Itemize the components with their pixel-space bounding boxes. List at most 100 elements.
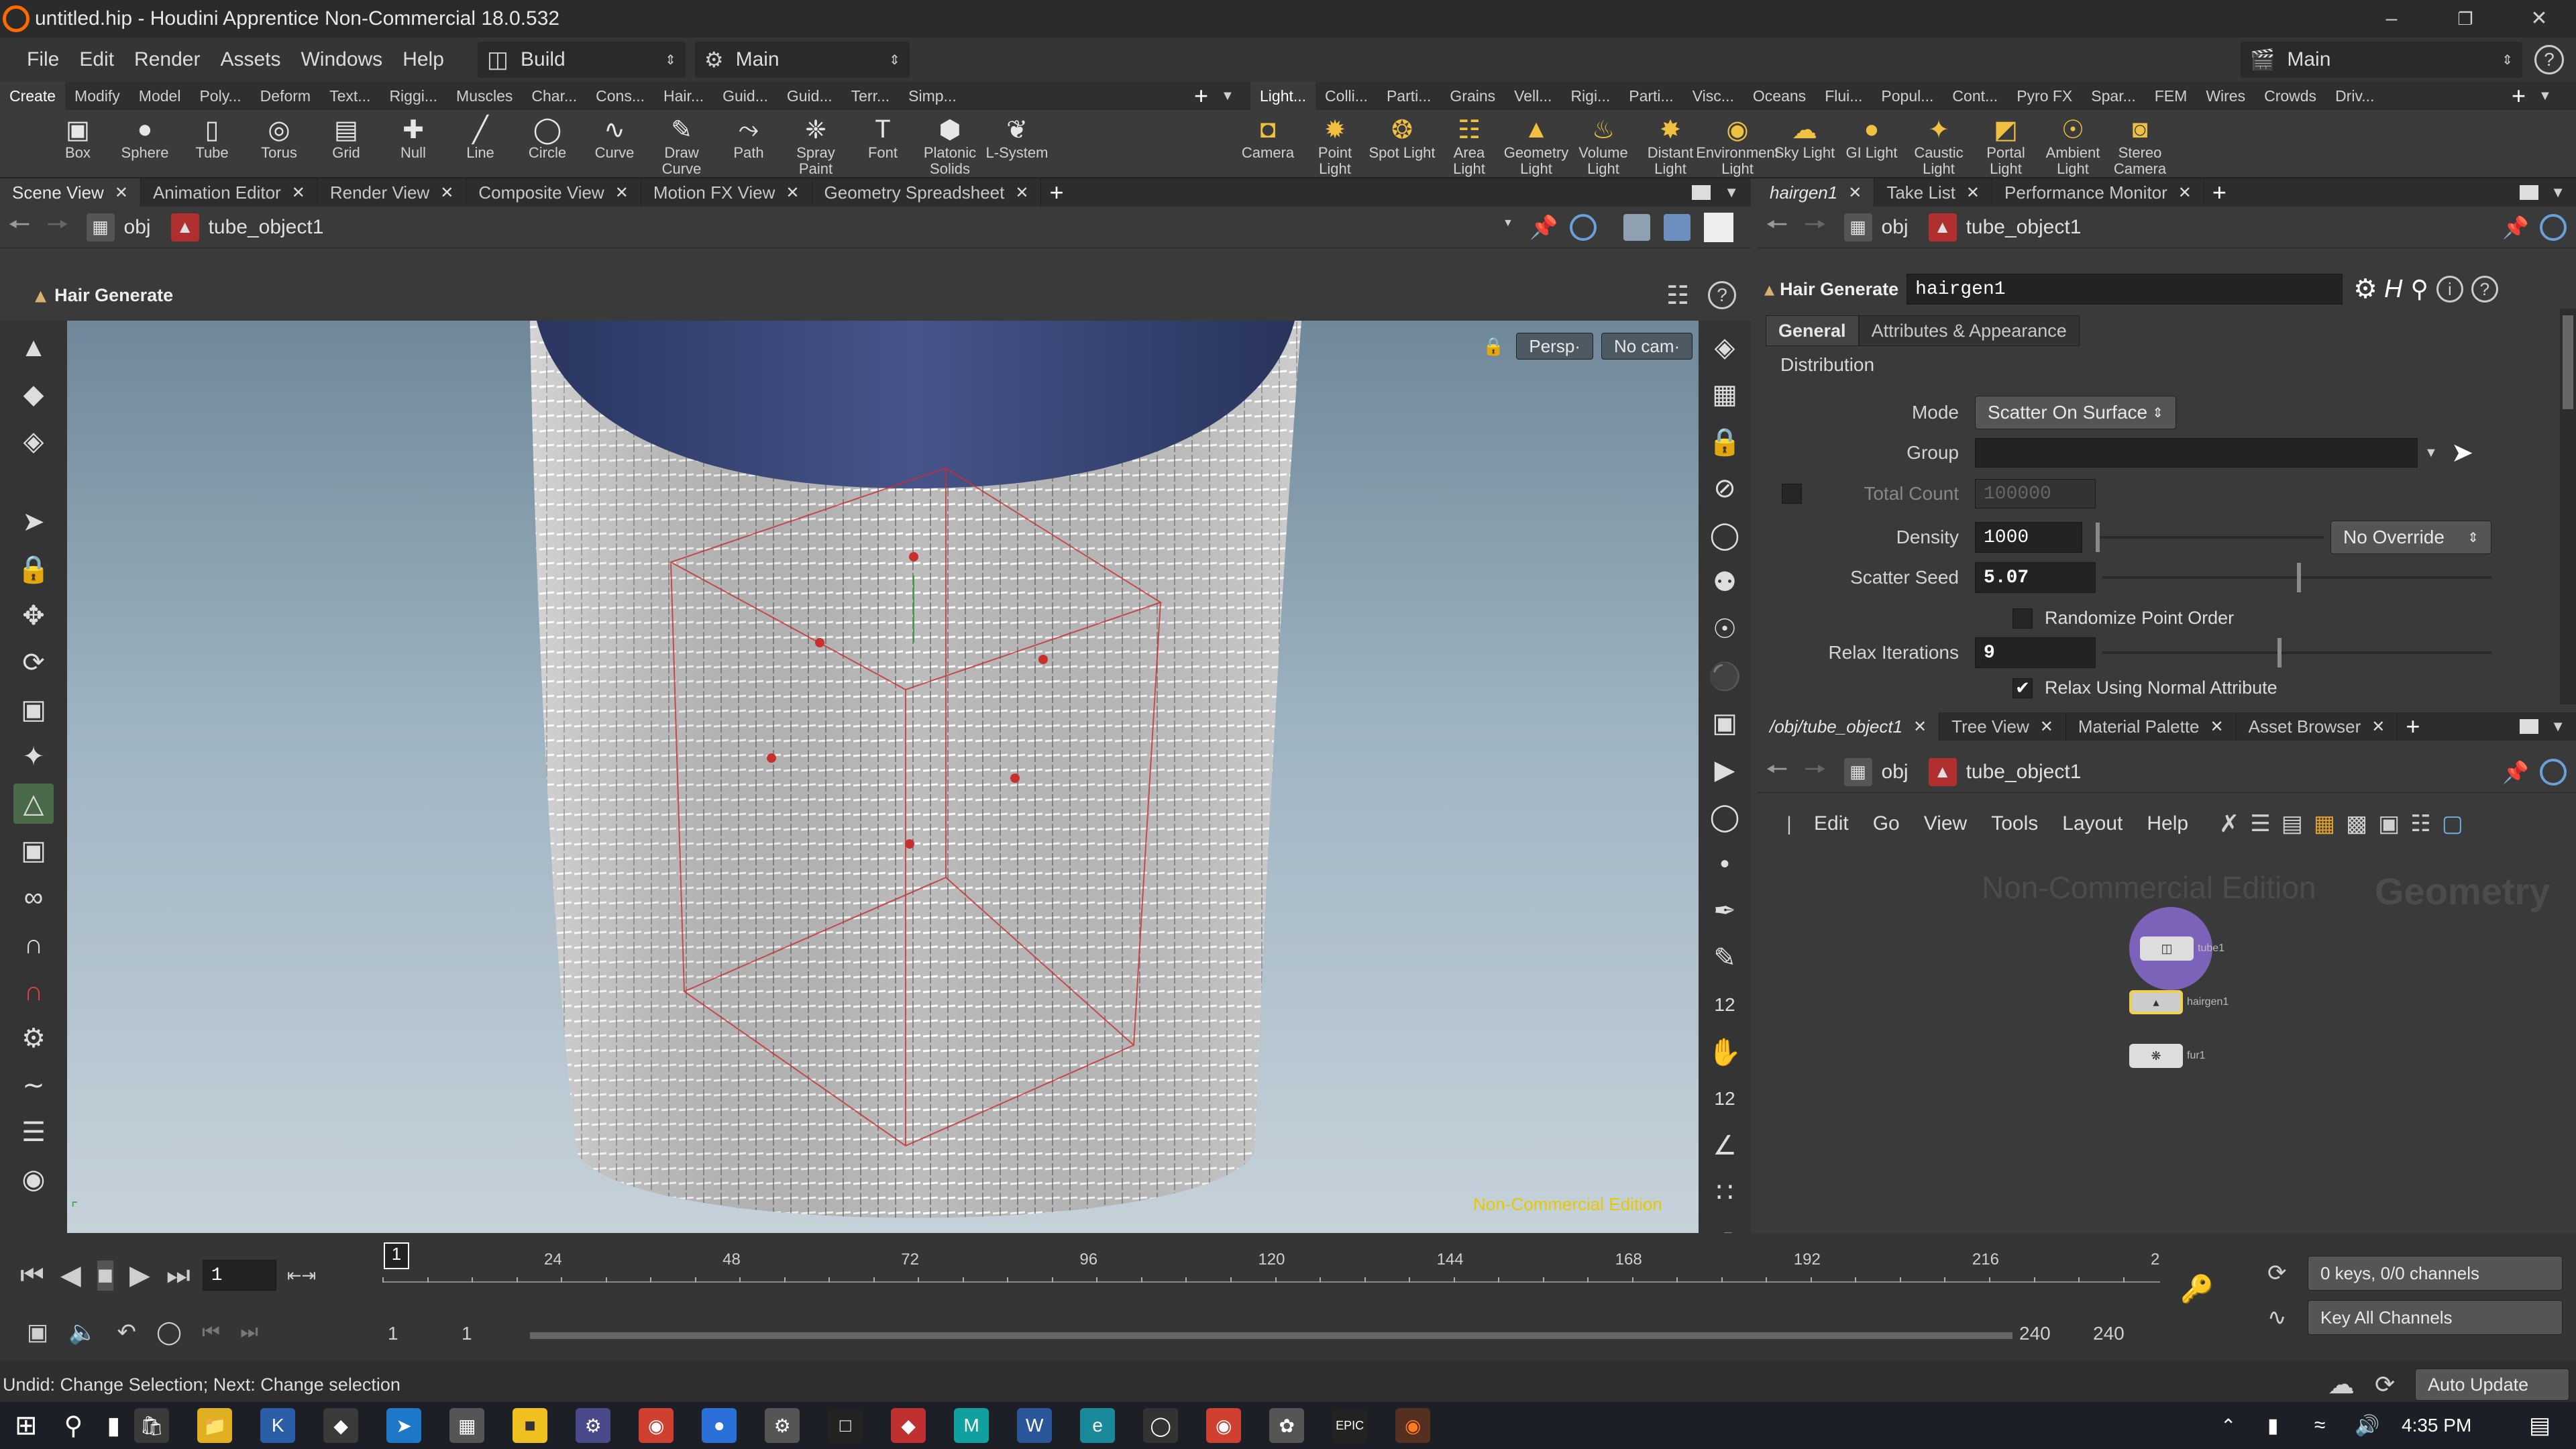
tool-area-light[interactable]: ☷ Area Light (1436, 110, 1503, 177)
tab-motion-fx-view[interactable]: Motion FX View ✕ (641, 178, 812, 207)
shelf-tab-spar-r13[interactable]: Spar... (2082, 82, 2145, 110)
breadcrumb-obj[interactable]: ▦ obj (1843, 213, 1909, 241)
close-tab-icon[interactable]: ✕ (1848, 183, 1862, 203)
chrome2-icon[interactable]: ◉ (1206, 1408, 1242, 1443)
shelf-tab-light-r0[interactable]: Light... (1250, 82, 1316, 110)
light-bulb-icon[interactable]: ⚉ (1705, 562, 1745, 602)
pane-maximize-icon[interactable] (2520, 185, 2538, 200)
tool-null[interactable]: ✚ Null (380, 110, 447, 177)
hda-icon[interactable]: H (2384, 275, 2402, 304)
explorer-icon[interactable]: 📁 (197, 1408, 233, 1443)
ghost-icon[interactable]: ◈ (1705, 327, 1745, 368)
tab-geometry-spreadsheet[interactable]: Geometry Spreadsheet ✕ (812, 178, 1042, 207)
desktop-selector-right[interactable]: 🎬 Main ⇕ (2241, 42, 2522, 78)
angle-icon[interactable]: ∠ (1705, 1126, 1745, 1166)
shelf-tab-popul-r10[interactable]: Popul... (1872, 82, 1943, 110)
menu-render[interactable]: Render (134, 48, 200, 71)
channel-icon[interactable]: ⟳ (2267, 1260, 2287, 1287)
add-shelf-icon-right[interactable]: + (2512, 82, 2538, 110)
menu-assets[interactable]: Assets (220, 48, 280, 71)
tool-portal-light[interactable]: ◩ Portal Light (1972, 110, 2039, 177)
menu-file[interactable]: File (27, 48, 59, 71)
dot-icon[interactable]: • (1705, 844, 1745, 884)
close-tab-icon[interactable]: ✕ (2040, 717, 2053, 737)
close-tab-icon[interactable]: ✕ (440, 183, 453, 203)
view-mode-icon[interactable] (1704, 212, 1733, 242)
refresh-icon[interactable]: ⟳ (2375, 1371, 2395, 1399)
terminal-icon[interactable]: □ (828, 1408, 863, 1443)
shelf-tab-terr-13[interactable]: Terr... (842, 82, 900, 110)
node-fur1[interactable]: ❋ fur1 (2129, 1044, 2206, 1068)
key-tool-icon[interactable]: 🔑 (2180, 1273, 2214, 1305)
camera-menu[interactable]: No cam · (1601, 333, 1693, 360)
tool-gi-light[interactable]: ● GI Light (1838, 110, 1905, 177)
shelf-tab-text-5[interactable]: Text... (320, 82, 380, 110)
close-tab-icon[interactable]: ✕ (2178, 183, 2192, 203)
sweep-icon[interactable]: ∼ (13, 1065, 54, 1106)
shelf-menu-icon[interactable]: ▼ (1221, 89, 1248, 104)
forward-arrow-icon[interactable]: 🠖 (46, 205, 68, 249)
pane-menu-icon[interactable]: ▼ (2551, 718, 2565, 735)
scatter-seed-field[interactable]: 5.07 (1975, 562, 2096, 593)
tool-camera[interactable]: ◘ Camera (1234, 110, 1301, 177)
menu-windows[interactable]: Windows (301, 48, 382, 71)
shelf-tab-cont-r11[interactable]: Cont... (1943, 82, 2007, 110)
shelf-tab-fem-r14[interactable]: FEM (2145, 82, 2197, 110)
layout-grid-icon[interactable]: ▩ (2346, 810, 2367, 837)
tool-ambient-light[interactable]: ☉ Ambient Light (2039, 110, 2106, 177)
tab-material-palette[interactable]: Material Palette ✕ (2066, 712, 2237, 741)
shelf-tab-create-0[interactable]: Create (0, 82, 66, 110)
step-key-icon[interactable]: ⇤⇥ (287, 1265, 317, 1286)
tool-l-system[interactable]: ❦ L-System (983, 110, 1051, 177)
tool-distant-light[interactable]: ✸ Distant Light (1637, 110, 1704, 177)
shelf-tab-hair-10[interactable]: Hair... (654, 82, 713, 110)
calculator-icon[interactable]: ▦ (449, 1408, 485, 1443)
tool-volume-light[interactable]: ♨ Volume Light (1570, 110, 1637, 177)
snap-magnet-icon[interactable]: ∩ (13, 971, 54, 1012)
tool-geometry-light[interactable]: ▲ Geometry Light (1503, 110, 1570, 177)
shelf-tab-driv-r17[interactable]: Driv... (2326, 82, 2383, 110)
shelf-tab-modify-1[interactable]: Modify (65, 82, 129, 110)
network-editor[interactable]: Non-Commercial Edition Geometry ◫ tube1 … (1758, 845, 2576, 1233)
app-diamond-icon[interactable]: ◆ (323, 1408, 359, 1443)
select-mode-icon[interactable]: ▲ (13, 327, 54, 368)
pin-icon[interactable]: 📌 (2502, 215, 2529, 240)
tool-box[interactable]: ▣ Box (44, 110, 111, 177)
tool-draw-curve[interactable]: ✎ Draw Curve (648, 110, 715, 177)
tab-take-list[interactable]: Take List ✕ (1874, 178, 1993, 207)
viewport-help-icon[interactable]: ? (1708, 281, 1736, 309)
node-name-field[interactable]: hairgen1 (1907, 274, 2343, 305)
graph-icon[interactable]: ∿ (2267, 1304, 2287, 1331)
tray-chevron-icon[interactable]: ⌃ (2220, 1415, 2236, 1437)
key-all-channels-button[interactable]: Key All Channels (2308, 1300, 2563, 1335)
epic-icon[interactable]: EPIC (1332, 1408, 1368, 1443)
path-dropdown-icon[interactable]: ▼ (1503, 217, 1513, 237)
sim-icon[interactable]: ◯ (156, 1319, 182, 1346)
snap-point-icon[interactable]: ∩ (13, 924, 54, 965)
edge-select-icon[interactable]: ◈ (13, 421, 54, 462)
tab-performance-monitor[interactable]: Performance Monitor ✕ (1992, 178, 2204, 207)
loop-icon[interactable]: ↶ (117, 1319, 136, 1346)
lock-view-icon[interactable]: 🔒 (1705, 421, 1745, 462)
headlight-icon[interactable]: ◯ (1705, 515, 1745, 555)
audio-icon[interactable]: 🔈 (68, 1319, 97, 1346)
points-icon[interactable]: ∷ (1705, 1173, 1745, 1213)
network-menu-help[interactable]: Help (2147, 812, 2188, 835)
breadcrumb-node[interactable]: ▲ tube_object1 (1928, 213, 2081, 241)
group-dropdown-icon[interactable]: ▼ (2424, 445, 2438, 461)
handle-tool-icon[interactable]: △ (13, 784, 54, 824)
app-red-icon[interactable]: ◆ (891, 1408, 926, 1443)
density-field[interactable]: 1000 (1975, 522, 2082, 553)
restore-button[interactable]: ❐ (2428, 0, 2502, 38)
view-tool-icon[interactable]: ▣ (13, 830, 54, 871)
network-menu-view[interactable]: View (1924, 812, 1967, 835)
stop-icon[interactable]: ■ (97, 1260, 113, 1291)
sticky-notes-icon[interactable]: ■ (513, 1408, 548, 1443)
tool-environment-light[interactable]: ◉ Environment Light (1696, 110, 1779, 177)
close-tab-icon[interactable]: ✕ (2371, 717, 2385, 737)
tab-obj-tube-object1[interactable]: /obj/tube_object1 ✕ (1758, 712, 1940, 741)
shelf-tab-wires-r15[interactable]: Wires (2196, 82, 2255, 110)
scene-viewport[interactable]: 🔒 Persp · No cam · Non-Commercial Edition … (67, 321, 1699, 1233)
network-menu-go[interactable]: Go (1873, 812, 1900, 835)
app-k-icon[interactable]: K (260, 1408, 296, 1443)
